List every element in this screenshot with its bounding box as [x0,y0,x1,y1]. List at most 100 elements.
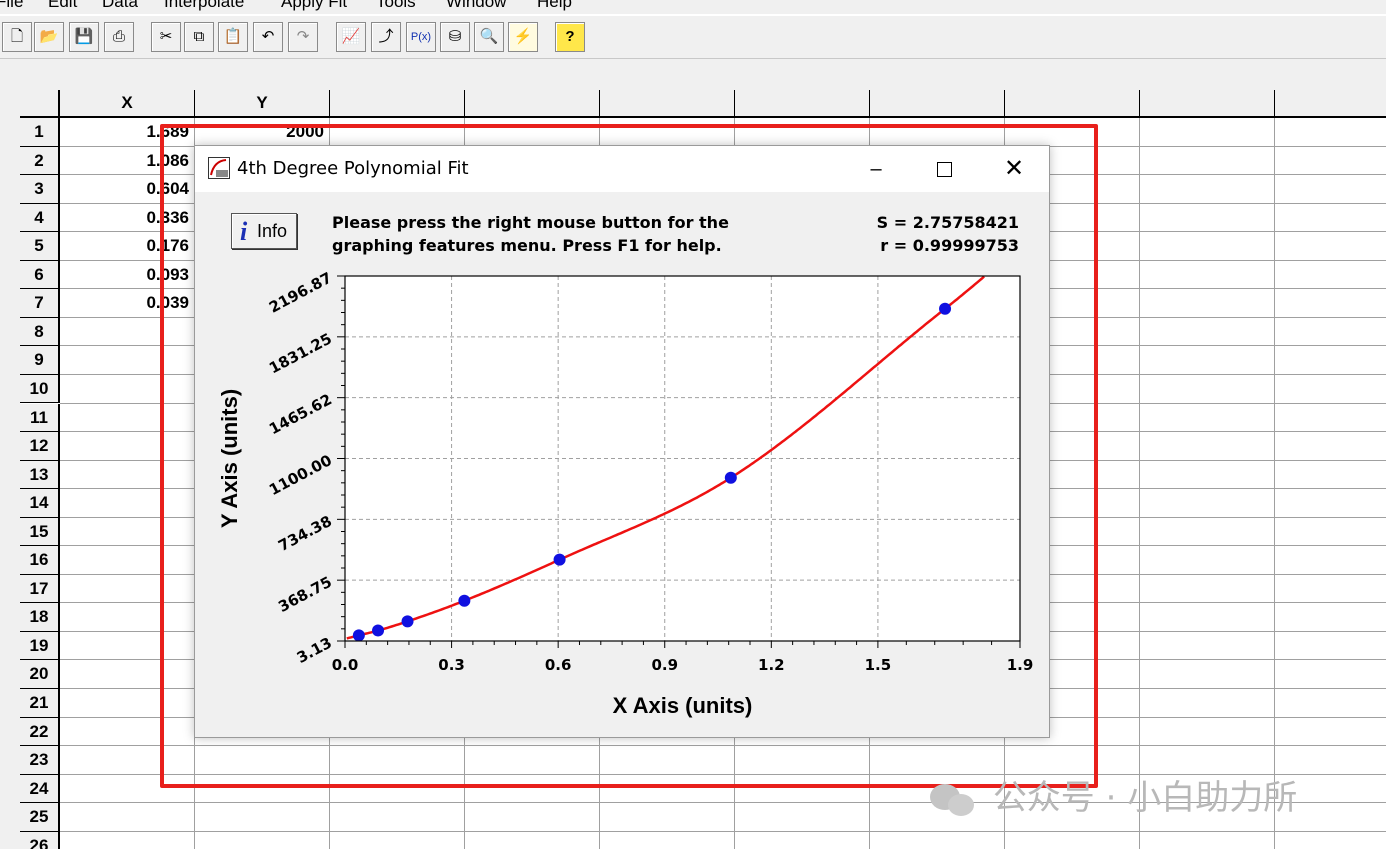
row-header[interactable]: 5 [20,232,60,261]
column-header-4[interactable] [465,90,600,118]
y-tick-label: 1831.25 [266,329,335,377]
row-header[interactable]: 19 [20,631,60,661]
grid-col-line [1139,118,1140,849]
zoom-icon[interactable]: 🔍 [474,22,504,52]
print-icon[interactable]: ⎙ [104,22,134,52]
row-header[interactable]: 14 [20,489,60,518]
info-button-label: Info [257,221,288,241]
y-tick-label: 1100.00 [266,451,335,499]
graph-fit-icon[interactable]: ⤴ [371,22,401,52]
column-header-7[interactable] [870,90,1005,118]
row-header[interactable]: 23 [20,746,60,775]
info-button[interactable]: i Info [231,213,297,249]
column-header-10[interactable] [1275,90,1386,118]
wechat-icon [930,782,982,818]
row-header[interactable]: 16 [20,546,60,575]
open-folder-icon[interactable]: 📂 [34,22,64,52]
row-header[interactable]: 17 [20,574,60,604]
new-file-icon[interactable]: 🗋 [2,22,32,52]
row-header[interactable]: 21 [20,689,60,718]
menu-interpolate[interactable]: Interpolate [164,0,244,12]
row-header[interactable]: 25 [20,803,60,832]
menu-bar: File Edit Data Interpolate Apply Fit Too… [0,0,1386,14]
minimize-icon[interactable]: – [841,146,911,192]
row-header[interactable]: 20 [20,660,60,689]
y-axis-title: Y Axis (units) [217,389,242,528]
column-header-8[interactable] [1005,90,1140,118]
dialog-titlebar[interactable]: 4th Degree Polynomial Fit – ✕ [195,146,1049,192]
row-header[interactable]: 7 [20,289,60,318]
grid-row-line [60,830,1386,832]
paste-icon[interactable]: 📋 [218,22,248,52]
column-header-Y[interactable]: Y [195,90,330,118]
column-header-X[interactable]: X [60,90,195,118]
app-graph-icon [208,157,230,179]
fit-chart[interactable]: 0.0 0.3 0.6 0.9 1.2 1.5 1.9 3.13 368.75 734.38 110… [195,246,1049,736]
row-header[interactable]: 13 [20,460,60,490]
row-header[interactable]: 11 [20,403,60,433]
lightning-icon[interactable]: ⚡ [508,22,538,52]
close-icon[interactable]: ✕ [979,146,1049,192]
info-icon: i [240,217,248,246]
fit-dialog[interactable]: 4th Degree Polynomial Fit – ✕ i Info Ple… [194,145,1050,738]
column-header-5[interactable] [600,90,735,118]
x-axis-title: X Axis (units) [613,693,753,718]
y-tick-label: 3.13 [294,634,335,667]
menu-apply-fit[interactable]: Apply Fit [281,0,347,12]
data-point [352,629,365,642]
graph-icon[interactable]: 📈 [336,22,366,52]
row-header[interactable]: 15 [20,517,60,547]
save-icon[interactable]: 💾 [69,22,99,52]
watermark: 公众号 · 小白助力所 [930,770,1297,819]
row-header[interactable]: 10 [20,374,60,404]
menu-data[interactable]: Data [102,0,138,12]
row-header[interactable]: 12 [20,432,60,461]
x-tick-label: 1.5 [865,656,892,674]
copy-icon[interactable]: ⧉ [184,22,214,52]
y-tick-label: 2196.87 [266,269,335,317]
row-header[interactable]: 9 [20,346,60,375]
help-question-icon[interactable]: ? [555,22,585,52]
row-header[interactable]: 1 [20,118,60,147]
row-header[interactable]: 4 [20,203,60,233]
data-point [372,624,385,637]
column-header-3[interactable] [330,90,465,118]
row-header[interactable]: 24 [20,774,60,804]
x-tick-label: 0.6 [545,656,572,674]
menu-help[interactable]: Help [537,0,572,12]
menu-tools[interactable]: Tools [376,0,416,12]
row-header[interactable]: 22 [20,717,60,747]
undo-icon[interactable]: ↶ [253,22,283,52]
data-point [401,615,414,628]
menu-file[interactable]: File [0,0,23,12]
column-header-9[interactable] [1140,90,1275,118]
x-tick-label: 1.2 [758,656,785,674]
x-tick-label: 0.9 [651,656,678,674]
help-message-line1: Please press the right mouse button for … [332,213,729,232]
row-header[interactable]: 18 [20,603,60,632]
row-header[interactable]: 2 [20,146,60,176]
data-point [939,302,952,315]
menu-window[interactable]: Window [446,0,506,12]
row-header[interactable]: 3 [20,175,60,204]
sheet-corner[interactable] [20,90,60,118]
row-header[interactable]: 26 [20,831,60,849]
watermark-text: 公众号 · 小白助力所 [992,778,1298,818]
data-icon[interactable]: ⛁ [440,22,470,52]
row-header[interactable]: 8 [20,317,60,347]
menu-edit[interactable]: Edit [48,0,77,12]
x-tick-label: 0.0 [332,656,359,674]
redo-icon[interactable]: ↷ [288,22,318,52]
function-icon[interactable]: P(x) [406,22,436,52]
stat-s: S = 2.75758421 [876,213,1019,232]
cut-icon[interactable]: ✂ [151,22,181,52]
dialog-title: 4th Degree Polynomial Fit [237,158,469,179]
grid-col-line [1274,118,1275,849]
y-tick-label: 1465.62 [266,390,335,438]
y-tick-label: 368.75 [275,573,335,616]
column-header-6[interactable] [735,90,870,118]
row-header[interactable]: 6 [20,260,60,290]
data-point [724,471,737,484]
maximize-icon[interactable] [909,146,979,192]
toolbar: 🗋 📂 💾 ⎙ ✂ ⧉ 📋 ↶ ↷ 📈 ⤴ P(x) ⛁ 🔍 ⚡ ? [0,16,1386,59]
